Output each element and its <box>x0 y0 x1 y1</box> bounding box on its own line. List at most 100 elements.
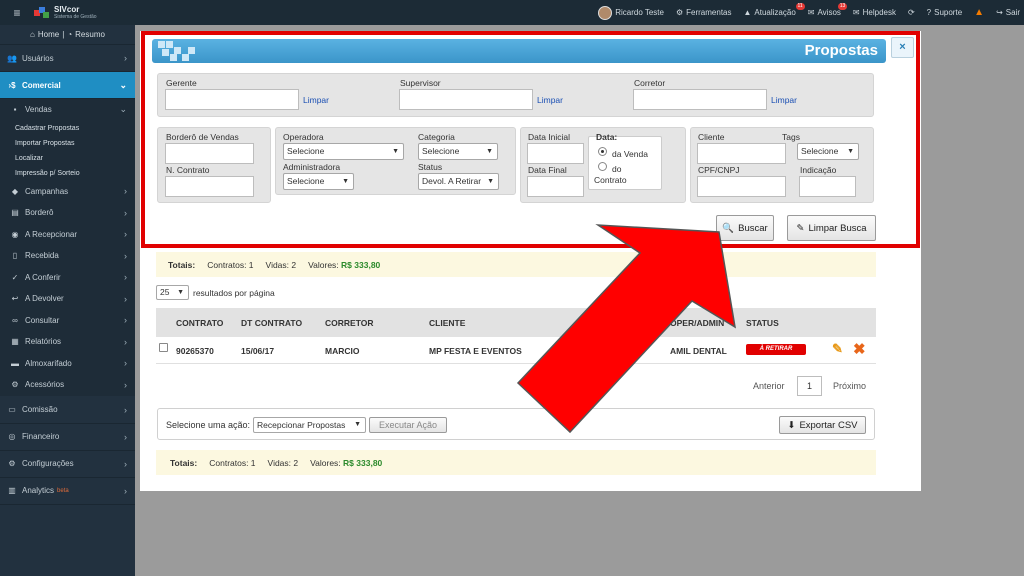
cogs-icon: ⚙ <box>11 380 19 390</box>
exportar-csv-button[interactable]: ⬇ Exportar CSV <box>779 416 866 434</box>
sidebar-item-acessorios[interactable]: ⚙ Acessórios › <box>0 374 135 396</box>
tags-icon: ◆ <box>11 186 19 196</box>
pagination-prev[interactable]: Anterior <box>753 381 785 391</box>
cell-dt: 15/06/17 <box>241 346 275 356</box>
totals-valores-label: Valores: <box>310 457 341 468</box>
sidebar-item-usuarios[interactable]: 👥 Usuários › <box>0 45 135 72</box>
edit-pencil-icon[interactable]: ✎ <box>832 341 843 357</box>
totals-vidas: Vidas: 2 <box>267 457 299 468</box>
sidebar-item-label: Usuários <box>22 53 54 63</box>
app-logo[interactable]: SIVcor Sistema de Gestão <box>34 5 134 20</box>
archive-icon: ▬ <box>11 358 19 368</box>
highlight-box <box>141 31 920 248</box>
chevron-right-icon: › <box>124 229 127 240</box>
sidebar-item-consultar[interactable]: ∞ Consultar › <box>0 310 135 332</box>
download-icon: ⬇ <box>787 419 796 431</box>
alert-button[interactable]: ▲ <box>974 7 984 18</box>
delete-x-icon[interactable]: ✖ <box>853 340 866 358</box>
sidebar-item-vendas[interactable]: ▪ Vendas ⌄ <box>0 99 135 121</box>
sidebar-item-label: Relatórios <box>25 337 62 347</box>
atualizacao-badge: 11 <box>795 3 805 10</box>
action-select[interactable]: Recepcionar Propostas ▼ <box>253 417 366 433</box>
sidebar-item-a-recepcionar[interactable]: ◉ A Recepcionar › <box>0 224 135 246</box>
resumo-label: Resumo <box>75 30 105 39</box>
sidebar-leaf-localizar[interactable]: Localizar <box>0 151 135 166</box>
sidebar-item-label: A Devolver <box>25 294 64 304</box>
totals-vidas: Vidas: 2 <box>265 259 297 270</box>
caret-down-icon: ▼ <box>354 421 361 428</box>
status-badge: À RETIRAR <box>746 344 806 355</box>
refresh-button[interactable]: ⟳ <box>908 8 915 17</box>
sidebar-item-almoxarifado[interactable]: ▬ Almoxarifado › <box>0 353 135 375</box>
pagination-next[interactable]: Próximo <box>833 381 866 391</box>
sidebar-home[interactable]: ⌂ Home | ◔ Resumo <box>0 25 135 45</box>
header-oper-admin[interactable]: OPER/ADMIN <box>670 318 724 328</box>
user-menu[interactable]: Ricardo Teste <box>598 5 664 20</box>
executar-acao-button[interactable]: Executar Ação <box>369 417 447 433</box>
totals-label: Totais: <box>168 259 196 270</box>
totals-bar-top: Totais: Contratos: 1 Vidas: 2 Valores: R… <box>156 252 876 277</box>
sidebar-item-financeiro[interactable]: ◎ Financeiro › <box>0 424 135 451</box>
avisos-menu[interactable]: ✉ Avisos 13 <box>808 3 848 17</box>
ferramentas-menu[interactable]: ⚙ Ferramentas <box>676 8 732 17</box>
sidebar-item-campanhas[interactable]: ◆ Campanhas › <box>0 181 135 203</box>
atualizacao-menu[interactable]: ▲ Atualização 11 <box>744 3 805 17</box>
sidebar-leaf-impressao[interactable]: Impressão p/ Sorteio <box>0 166 135 181</box>
avisos-label: Avisos <box>817 8 841 17</box>
sidebar-item-a-devolver[interactable]: ↩ A Devolver › <box>0 288 135 310</box>
sidebar-item-relatorios[interactable]: ▦ Relatórios › <box>0 331 135 353</box>
caret-down-icon: ▼ <box>177 289 184 296</box>
chevron-right-icon: › <box>124 358 127 369</box>
header-corretor[interactable]: CORRETOR <box>325 318 374 328</box>
sidebar-item-a-conferir[interactable]: ✓ A Conferir › <box>0 267 135 289</box>
table-row[interactable]: 90265370 15/06/17 MARCIO MP FESTA E EVEN… <box>156 337 876 364</box>
reply-icon: ↩ <box>11 294 19 304</box>
cell-corretor: MARCIO <box>325 346 360 356</box>
chevron-right-icon: › <box>124 431 127 442</box>
logo-icon <box>34 6 50 19</box>
header-cliente[interactable]: CLIENTE <box>429 318 465 328</box>
sidebar-item-analytics[interactable]: ▥ Analytics beta › <box>0 478 135 505</box>
helpdesk-menu[interactable]: ✉ Helpdesk <box>853 8 896 17</box>
sidebar-item-configuracoes[interactable]: ⚙ Configurações › <box>0 451 135 478</box>
header-contrato[interactable]: CONTRATO <box>176 318 223 328</box>
pagination-current[interactable]: 1 <box>797 376 822 396</box>
home-icon: ⌂ <box>30 30 35 39</box>
sidebar-item-recebida[interactable]: ▯ Recebida › <box>0 245 135 267</box>
sidebar-leaf-importar[interactable]: Importar Propostas <box>0 136 135 151</box>
row-checkbox[interactable] <box>159 343 168 352</box>
header-status[interactable]: STATUS <box>746 318 779 328</box>
totals-label: Totais: <box>170 457 198 468</box>
totals-valor: R$ 333,80 <box>341 259 381 270</box>
sidebar-item-bordero[interactable]: ▤ Borderô › <box>0 202 135 224</box>
suporte-menu[interactable]: ? Suporte <box>927 8 962 17</box>
header-dt-contrato[interactable]: DT CONTRATO <box>241 318 302 328</box>
totals-bar-bottom: Totais: Contratos: 1 Vidas: 2 Valores: R… <box>156 450 876 475</box>
brand-subtitle: Sistema de Gestão <box>54 13 97 20</box>
menu-toggle-icon[interactable]: ≡ <box>0 6 34 20</box>
sidebar-item-label: Analytics <box>22 486 55 495</box>
home-label: Home <box>37 30 60 39</box>
chart-icon: ▥ <box>8 486 16 495</box>
sidebar-item-comercial[interactable]: ›$ Comercial ⌄ <box>0 72 135 99</box>
chevron-right-icon: › <box>124 379 127 390</box>
per-page-label: resultados por página <box>193 288 275 298</box>
chevron-right-icon: › <box>124 404 127 415</box>
per-page-select[interactable]: 25 ▼ <box>156 285 189 300</box>
refresh-icon: ⟳ <box>907 8 915 17</box>
totals-valor: R$ 333,80 <box>343 457 383 468</box>
sidebar-item-label: Vendas <box>25 105 52 115</box>
sidebar-leaf-cadastrar[interactable]: Cadastrar Propostas <box>0 121 135 136</box>
chevron-right-icon: › <box>124 315 127 326</box>
sair-button[interactable]: ↪ Sair <box>996 8 1020 17</box>
ferramentas-label: Ferramentas <box>686 8 732 17</box>
action-select-value: Recepcionar Propostas <box>257 420 346 430</box>
check-circle-icon: ✓ <box>11 272 19 282</box>
alert-icon: ▲ <box>974 7 985 18</box>
avatar <box>598 5 613 20</box>
sidebar-item-comissao[interactable]: ▭ Comissão › <box>0 397 135 424</box>
sidebar-item-label: Comissão <box>22 405 58 414</box>
chevron-right-icon: › <box>124 485 127 496</box>
chevron-right-icon: › <box>124 272 127 283</box>
chevron-right-icon: › <box>124 336 127 347</box>
